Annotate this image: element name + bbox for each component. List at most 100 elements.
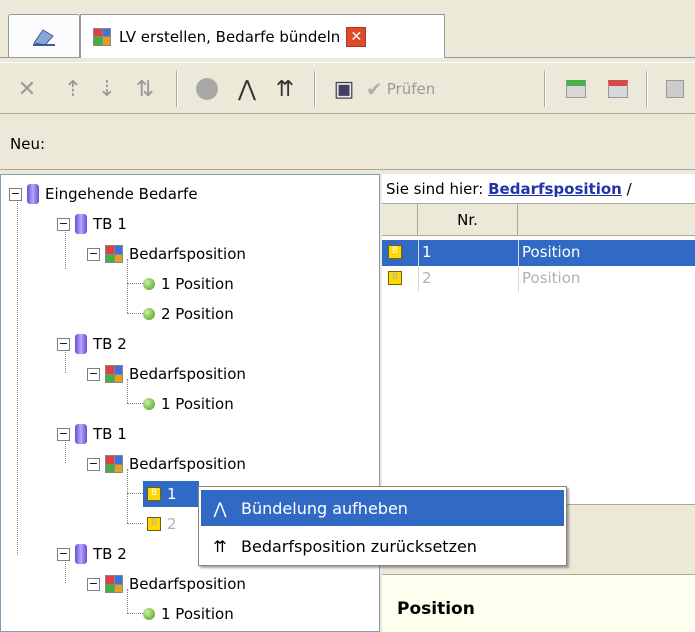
collapse-icon[interactable]: − — [57, 337, 70, 351]
back-button[interactable] — [188, 73, 226, 105]
toolbar-separator — [314, 71, 315, 107]
unbundle-icon: ⋀ — [213, 498, 227, 518]
cylinder-icon — [27, 184, 39, 204]
menu-item-reset-position[interactable]: ⇈ Bedarfsposition zurücksetzen — [201, 528, 564, 564]
cell-divider — [518, 240, 519, 266]
detail-title: Position — [397, 599, 475, 619]
save-button[interactable]: ▣ — [326, 73, 362, 105]
dragon-home-icon — [33, 28, 55, 46]
toolbar-separator — [544, 71, 545, 107]
tree-node-tb2[interactable]: − TB 2 — [57, 331, 127, 357]
collapse-icon[interactable]: − — [87, 247, 100, 261]
collapse-icon[interactable]: − — [57, 217, 70, 231]
tree-label: TB 1 — [93, 425, 127, 443]
bedarf-grid-icon — [105, 575, 123, 593]
collapse-icon[interactable]: − — [87, 367, 100, 381]
menu-item-label: Bedarfsposition zurücksetzen — [241, 536, 477, 556]
tree-label: Bedarfsposition — [129, 245, 246, 263]
tree-node-root[interactable]: − Eingehende Bedarfe — [9, 181, 198, 207]
tab-lv-erstellen[interactable]: LV erstellen, Bedarfe bündeln ✕ — [80, 14, 445, 58]
breadcrumb: Sie sind hier: Bedarfsposition / — [382, 174, 695, 204]
tree-label: 2 Position — [161, 305, 234, 323]
tree-label: Eingehende Bedarfe — [45, 185, 198, 203]
import-button[interactable] — [558, 73, 594, 105]
export-button[interactable] — [600, 73, 636, 105]
tree-label: 1 Position — [161, 395, 234, 413]
tree-label: Bedarfsposition — [129, 455, 246, 473]
cell-divider — [418, 266, 419, 292]
context-menu: ⋀ Bündelung aufheben ⇈ Bedarfsposition z… — [198, 486, 567, 566]
tree-node-bedarfsposition[interactable]: − Bedarfsposition — [87, 361, 246, 387]
grid-header-icon — [382, 204, 418, 236]
sort-button[interactable]: ⇅ — [126, 73, 164, 105]
tree-label: Bedarfsposition — [129, 575, 246, 593]
bundle-yellow-icon: B — [147, 487, 161, 501]
tree-node-bedarfsposition[interactable]: − Bedarfsposition — [87, 241, 246, 267]
tree-node-bedarfsposition[interactable]: − Bedarfsposition — [87, 451, 246, 477]
tree-node-bedarfsposition[interactable]: − Bedarfsposition — [87, 571, 246, 597]
collapse-icon[interactable]: − — [57, 547, 70, 561]
close-icon[interactable]: ✕ — [346, 26, 367, 47]
tree-label: 1 — [167, 485, 177, 503]
tree-node-tb1[interactable]: − TB 1 — [57, 421, 127, 447]
tab-strip: LV erstellen, Bedarfe bündeln ✕ — [0, 0, 695, 58]
check-button[interactable]: ✔ Prüfen — [366, 73, 536, 105]
checkmark-icon: ✔ — [366, 77, 383, 101]
tree-node-selected[interactable]: B 1 — [143, 481, 199, 507]
collapse-icon[interactable]: − — [9, 187, 22, 201]
toolbar-separator — [646, 71, 647, 107]
tree-node-dim[interactable]: B 2 — [147, 511, 177, 537]
check-label: Prüfen — [386, 80, 436, 98]
tree-node-position[interactable]: 1 Position — [143, 601, 234, 627]
breadcrumb-link[interactable]: Bedarfsposition — [488, 180, 622, 198]
grid-header-name[interactable] — [518, 204, 695, 236]
collapse-icon[interactable]: − — [87, 457, 100, 471]
cylinder-icon — [75, 544, 87, 564]
table-row[interactable]: B 2 Position — [382, 266, 695, 292]
reset-button[interactable]: ⇈ — [266, 73, 304, 105]
move-down-button[interactable]: ⇣ — [90, 73, 124, 105]
table-row[interactable]: B 1 Position — [382, 240, 695, 266]
tree-line — [127, 469, 128, 523]
green-dot-icon — [143, 308, 155, 320]
tree-node-tb1[interactable]: − TB 1 — [57, 211, 127, 237]
tree-label: 1 Position — [161, 605, 234, 623]
import-green-icon — [566, 80, 586, 98]
tab-home[interactable] — [8, 14, 80, 58]
delete-button[interactable]: ✕ — [10, 73, 44, 105]
collapse-icon[interactable]: − — [57, 427, 70, 441]
collapse-icon[interactable]: − — [87, 577, 100, 591]
reset-icon: ⇈ — [275, 76, 295, 102]
bundle-button[interactable]: ⋀ — [228, 73, 266, 105]
bedarf-grid-icon — [105, 365, 123, 383]
save-icon: ▣ — [333, 76, 355, 102]
breadcrumb-separator: / — [626, 180, 632, 198]
toolbar-separator — [176, 71, 177, 107]
delete-icon: ✕ — [17, 76, 37, 102]
tree-line — [17, 195, 18, 555]
tree-label: TB 2 — [93, 335, 127, 353]
arrow-down-icon: ⇣ — [97, 76, 117, 102]
tree-node-position[interactable]: 1 Position — [143, 271, 234, 297]
green-dot-icon — [143, 278, 155, 290]
move-up-button[interactable]: ⇡ — [56, 73, 90, 105]
tree-line — [127, 523, 143, 524]
tree-node-position[interactable]: 2 Position — [143, 301, 234, 327]
tree-line — [127, 283, 143, 284]
menu-item-unbundle[interactable]: ⋀ Bündelung aufheben — [201, 490, 564, 526]
tree-label: TB 2 — [93, 545, 127, 563]
new-bar: Neu: — [0, 118, 695, 170]
toolbar: ✕ ⇡ ⇣ ⇅ ⋀ ⇈ ▣ ✔ Prüfen — [0, 62, 695, 114]
tree-node-tb2[interactable]: − TB 2 — [57, 541, 127, 567]
detail-panel: Position — [382, 574, 695, 632]
tab-title: LV erstellen, Bedarfe bündeln — [119, 27, 341, 46]
bundle-yellow-icon: B — [147, 517, 161, 531]
more-button[interactable] — [660, 73, 690, 105]
grid-header-nr[interactable]: Nr. — [418, 204, 518, 236]
breadcrumb-prefix: Sie sind hier: — [386, 180, 484, 198]
bundle-icon: ⋀ — [237, 76, 257, 102]
tree-node-position[interactable]: 1 Position — [143, 391, 234, 417]
back-circle-icon — [196, 78, 218, 100]
bedarf-grid-icon — [93, 27, 111, 46]
bedarf-grid-icon — [105, 455, 123, 473]
